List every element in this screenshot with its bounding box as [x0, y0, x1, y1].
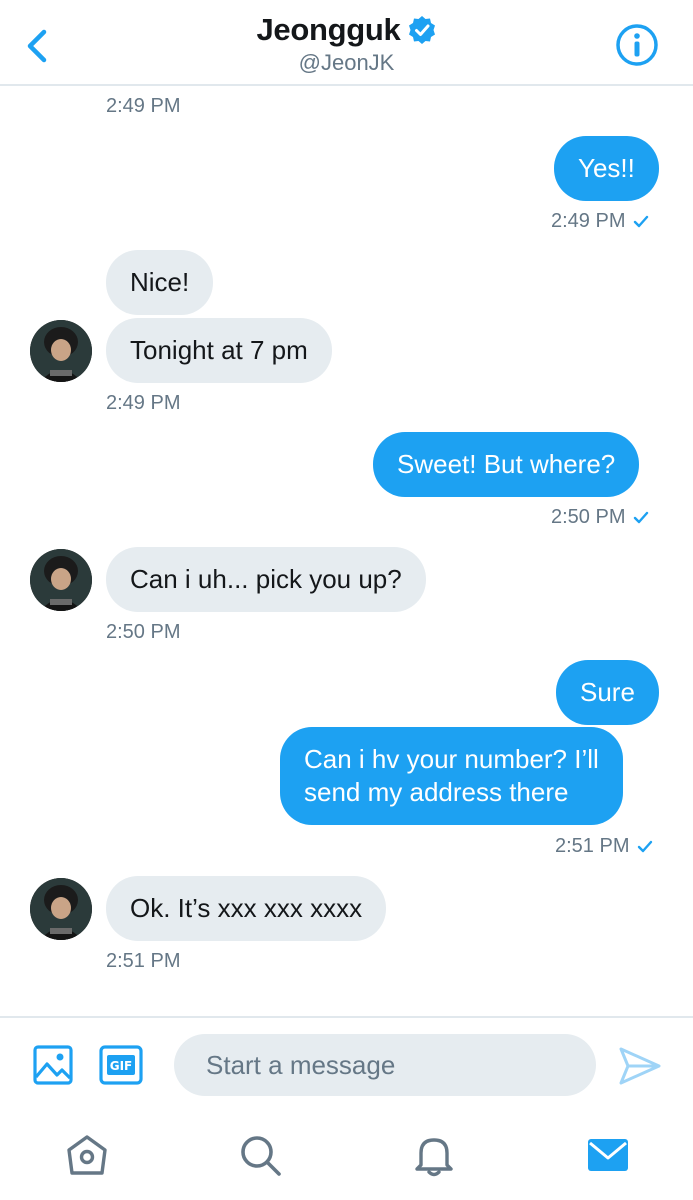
info-icon[interactable] — [614, 22, 660, 68]
received-message-bubble[interactable]: Tonight at 7 pm — [106, 318, 332, 383]
received-message-bubble[interactable]: Nice! — [106, 250, 214, 315]
message-timestamp: 2:49 PM — [106, 392, 181, 414]
avatar-photo — [30, 549, 92, 611]
read-check-icon — [634, 215, 649, 227]
photo-icon[interactable] — [32, 1044, 74, 1086]
timestamp-text: 2:49 PM — [551, 210, 626, 232]
message-input[interactable] — [174, 1034, 596, 1096]
sent-message-bubble[interactable]: Can i hv your number? I’ll send my addre… — [280, 727, 623, 825]
bottom-tab-bar — [0, 1112, 693, 1200]
message-composer: GIF — [0, 1016, 693, 1112]
avatar[interactable] — [30, 878, 92, 940]
read-check-icon — [634, 511, 649, 523]
conversation-header: Jeongguk @JeonJK — [0, 0, 693, 86]
message-line: send my address there — [304, 777, 569, 807]
avatar[interactable] — [30, 549, 92, 611]
message-line: Can i hv your number? I’ll — [304, 744, 599, 774]
avatar[interactable] — [30, 320, 92, 382]
sent-message-bubble[interactable]: Sweet! But where? — [373, 432, 640, 497]
search-icon[interactable] — [237, 1132, 283, 1178]
timestamp-text: 2:51 PM — [555, 835, 630, 857]
message-timestamp: 2:49 PM — [106, 95, 181, 117]
contact-name: Jeongguk — [256, 12, 401, 47]
message-timestamp: 2:49 PM — [551, 210, 649, 233]
conversation-title[interactable]: Jeongguk @JeonJK — [0, 12, 693, 76]
mail-icon[interactable] — [585, 1132, 631, 1178]
timestamp-text: 2:50 PM — [551, 506, 626, 528]
svg-text:GIF: GIF — [110, 1059, 133, 1073]
avatar-photo — [30, 878, 92, 940]
read-check-icon — [638, 840, 653, 852]
verified-badge-icon — [408, 16, 435, 44]
send-icon[interactable] — [618, 1046, 662, 1086]
home-icon[interactable] — [64, 1132, 110, 1178]
received-message-bubble[interactable]: Ok. It’s xxx xxx xxxx — [106, 876, 387, 941]
sent-message-bubble[interactable]: Yes!! — [554, 136, 659, 201]
message-timestamp: 2:51 PM — [555, 835, 653, 858]
message-timestamp: 2:51 PM — [106, 950, 181, 972]
sent-message-bubble[interactable]: Sure — [556, 660, 659, 725]
message-timestamp: 2:50 PM — [551, 506, 649, 529]
bell-icon[interactable] — [411, 1132, 457, 1178]
gif-icon[interactable]: GIF — [99, 1045, 143, 1085]
message-timestamp: 2:50 PM — [106, 621, 181, 643]
contact-handle: @JeonJK — [298, 50, 395, 75]
received-message-bubble[interactable]: Can i uh... pick you up? — [106, 547, 426, 612]
avatar-photo — [30, 320, 92, 382]
